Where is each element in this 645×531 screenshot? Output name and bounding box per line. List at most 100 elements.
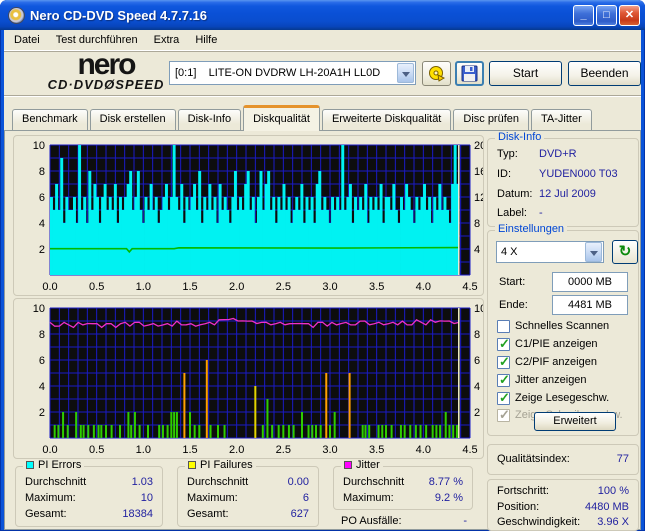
- pi-errors-stats-box: PI Errors Durchschnitt 1.03 Maximum: 10 Ge…: [15, 459, 163, 527]
- drive-selector-value: [0:1] LITE-ON DVDRW LH-20A1H LL0D: [175, 67, 381, 79]
- window-title: Nero CD-DVD Speed 4.7.7.16: [30, 7, 208, 23]
- pi-failures-color-swatch: [188, 461, 196, 469]
- svg-text:3.0: 3.0: [322, 444, 337, 456]
- speed-value: 3.96 X: [597, 516, 629, 528]
- speed-selector-value: 4 X: [501, 246, 518, 258]
- svg-text:8: 8: [39, 166, 45, 178]
- svg-text:2.5: 2.5: [276, 281, 291, 293]
- diskqualitaet-page: 2 4 6 8 10 4 8 12 16 20 0.0 0.5 1.0 1.5 2.0 2.5 3.0 3.5 4.…: [4, 130, 641, 531]
- menu-extra[interactable]: Extra: [146, 31, 188, 49]
- pi-errors-color-swatch: [26, 461, 34, 469]
- progress-box: Fortschritt: 100 % Position: 4480 MB Gesch…: [487, 479, 639, 531]
- svg-text:16: 16: [474, 166, 483, 178]
- svg-text:6: 6: [39, 192, 45, 204]
- jitter-stats-box: Jitter Durchschnitt 8.77 % Maximum: 9.2 %: [333, 459, 473, 510]
- start-field-label: Start:: [499, 276, 526, 288]
- maximize-button[interactable]: □: [596, 4, 617, 26]
- svg-text:1.0: 1.0: [136, 444, 151, 456]
- speed-row: Geschwindigkeit: 3.96 X: [497, 516, 629, 528]
- svg-text:2.0: 2.0: [229, 281, 244, 293]
- svg-text:10: 10: [474, 303, 483, 315]
- tab-disk-erstellen[interactable]: Disk erstellen: [89, 109, 176, 130]
- svg-text:0.0: 0.0: [42, 444, 57, 456]
- menu-datei[interactable]: Datei: [6, 31, 48, 49]
- tab-disc-pruefen[interactable]: Disc prüfen: [453, 109, 530, 130]
- svg-text:8: 8: [474, 218, 480, 230]
- disk-date-row: Datum: 12 Jul 2009: [497, 188, 596, 200]
- pi-errors-chart-box: 2 4 6 8 10 4 8 12 16 20 0.0 0.5 1.0 1.5 2.0 2.5 3.0 3.5 4.…: [13, 135, 484, 296]
- drive-selector[interactable]: [0:1] LITE-ON DVDRW LH-20A1H LL0D: [169, 61, 416, 85]
- start-button[interactable]: Start: [489, 61, 562, 86]
- disk-info-title: Disk-Info: [495, 131, 545, 143]
- svg-text:2.5: 2.5: [276, 444, 291, 456]
- app-disc-icon: [8, 6, 25, 24]
- po-failures-value: -: [463, 515, 467, 527]
- svg-text:12: 12: [474, 192, 483, 204]
- pi-failures-stats-box: PI Failures Durchschnitt 0.00 Maximum: 6 G…: [177, 459, 319, 527]
- svg-text:3.0: 3.0: [322, 281, 337, 293]
- checkbox-schnelles-scannen[interactable]: ✓Schnelles Scannen: [497, 319, 609, 333]
- svg-text:10: 10: [33, 140, 45, 152]
- checkbox-jitter-anzeigen[interactable]: ✓ Jitter anzeigen: [497, 372, 587, 387]
- close-button[interactable]: ✕: [619, 4, 640, 26]
- speed-selector[interactable]: 4 X: [496, 241, 604, 263]
- disk-type-row: Typ: DVD+R: [497, 148, 577, 160]
- checkbox-c2-pif-anzeigen[interactable]: ✓ C2/PIF anzeigen: [497, 354, 597, 369]
- tab-diskqualitaet[interactable]: Diskqualität: [243, 105, 320, 131]
- tab-ta-jitter[interactable]: TA-Jitter: [531, 109, 592, 130]
- eject-button[interactable]: [422, 61, 451, 86]
- minimize-button[interactable]: _: [573, 4, 594, 26]
- title-bar: Nero CD-DVD Speed 4.7.7.16 _ □ ✕: [0, 0, 645, 30]
- disk-label-row: Label: -: [497, 207, 543, 219]
- save-icon: [461, 65, 478, 82]
- svg-text:4: 4: [39, 218, 45, 230]
- end-field[interactable]: 4481 MB: [552, 295, 628, 315]
- disk-info-group: Disk-Info Typ: DVD+R ID: YUDEN000 T03 Datu…: [487, 131, 639, 227]
- svg-text:2: 2: [39, 244, 45, 256]
- quality-index-value: 77: [616, 453, 629, 465]
- save-button[interactable]: [455, 61, 484, 86]
- svg-text:8: 8: [474, 329, 480, 341]
- svg-text:20: 20: [474, 140, 483, 152]
- pi-failures-chart: 2 4 6 8 10 2 4 6 8 10 0.0 0.5 1.0 1.5 2.0 2.5 3.0 3.5 4.0 4…: [33, 303, 483, 456]
- refresh-button[interactable]: ↻: [612, 240, 638, 264]
- tab-disk-info[interactable]: Disk-Info: [177, 109, 242, 130]
- quit-button[interactable]: Beenden: [568, 61, 641, 86]
- tab-erweiterte-diskqualitaet[interactable]: Erweiterte Diskqualität: [321, 109, 452, 130]
- jitter-color-swatch: [344, 461, 352, 469]
- svg-text:4.0: 4.0: [416, 281, 431, 293]
- quality-index-row: Qualitätsindex: 77: [497, 453, 629, 465]
- position-value: 4480 MB: [584, 501, 629, 513]
- po-failures-row: PO Ausfälle: -: [341, 515, 467, 527]
- toolbar: nero CD·DVDØSPEED [0:1] LITE-ON DVDRW LH…: [4, 50, 641, 96]
- svg-text:1.5: 1.5: [182, 444, 197, 456]
- svg-text:4.0: 4.0: [416, 444, 431, 456]
- svg-text:1.5: 1.5: [182, 281, 197, 293]
- eject-disc-icon: [428, 65, 445, 82]
- svg-text:2.0: 2.0: [229, 444, 244, 456]
- chevron-down-icon[interactable]: [585, 242, 602, 262]
- svg-text:8: 8: [39, 329, 45, 341]
- jitter-legend: Jitter: [341, 459, 383, 471]
- checkbox-c1-pie-anzeigen[interactable]: ✓ C1/PIE anzeigen: [497, 336, 598, 351]
- tab-benchmark[interactable]: Benchmark: [12, 109, 88, 130]
- chevron-down-icon[interactable]: [397, 63, 414, 83]
- pi-errors-legend: PI Errors: [23, 459, 85, 471]
- settings-title: Einstellungen: [495, 223, 568, 235]
- position-row: Position: 4480 MB: [497, 501, 629, 513]
- svg-text:2: 2: [474, 407, 480, 419]
- svg-text:6: 6: [39, 355, 45, 367]
- menu-hilfe[interactable]: Hilfe: [187, 31, 225, 49]
- svg-text:3.5: 3.5: [369, 444, 384, 456]
- svg-text:10: 10: [33, 303, 45, 315]
- menu-test-durchfuehren[interactable]: Test durchführen: [48, 31, 146, 49]
- pi-errors-chart: 2 4 6 8 10 4 8 12 16 20 0.0 0.5 1.0 1.5 2.0 2.5 3.0 3.5 4.…: [33, 140, 483, 293]
- pi-failures-legend: PI Failures: [185, 459, 256, 471]
- settings-group: Einstellungen 4 X ↻ Start: 0000 MB Ende:…: [487, 223, 639, 436]
- start-field[interactable]: 0000 MB: [552, 272, 628, 292]
- progress-value: 100 %: [597, 485, 629, 497]
- checkbox-zeige-lesegeschw[interactable]: ✓ Zeige Lesegeschw.: [497, 390, 609, 405]
- tab-strip: Benchmark Disk erstellen Disk-Info Diskq…: [4, 98, 641, 131]
- progress-row: Fortschritt: 100 %: [497, 485, 629, 497]
- advanced-button[interactable]: Erweitert: [534, 412, 616, 431]
